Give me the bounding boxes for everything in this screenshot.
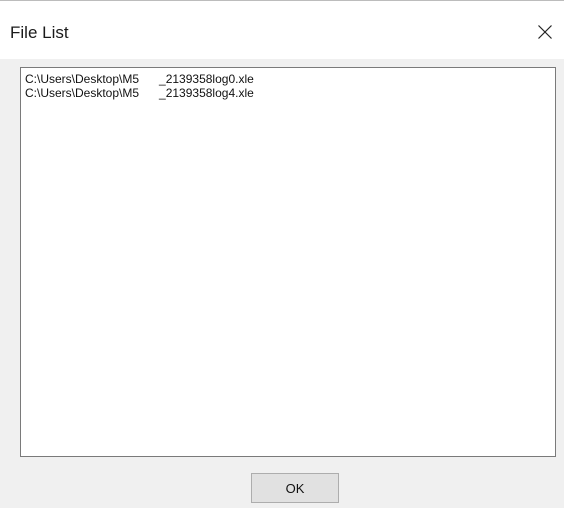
file-list-dialog: File List C:\Users\Desktop\M5 _2139358lo… (0, 0, 564, 508)
file-list-box[interactable]: C:\Users\Desktop\M5 _2139358log0.xle C:\… (20, 67, 556, 457)
close-icon (538, 25, 552, 39)
list-item[interactable]: C:\Users\Desktop\M5 _2139358log0.xle (25, 72, 551, 86)
close-button[interactable] (530, 17, 560, 47)
dialog-title: File List (10, 23, 69, 42)
list-item[interactable]: C:\Users\Desktop\M5 _2139358log4.xle (25, 86, 551, 100)
title-bar: File List (0, 1, 564, 59)
ok-button[interactable]: OK (251, 473, 339, 503)
